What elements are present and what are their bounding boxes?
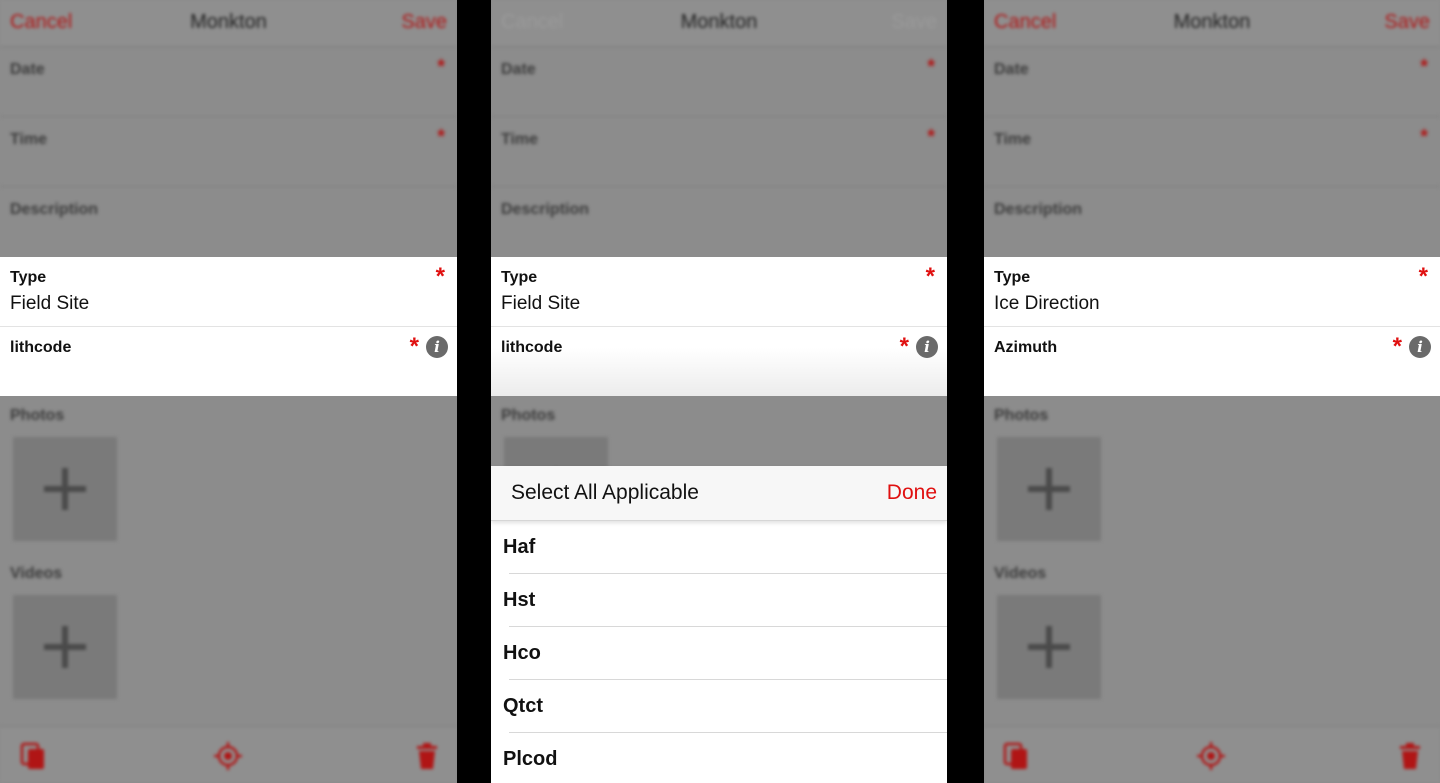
option-label: Plcod xyxy=(503,748,558,770)
azimuth-cell[interactable]: Azimuth * i xyxy=(984,327,1440,396)
trash-icon[interactable] xyxy=(1395,741,1425,771)
save-button[interactable]: Save xyxy=(401,11,447,34)
lithcode-label: lithcode xyxy=(501,339,563,356)
picker-option[interactable]: Qtct xyxy=(491,680,947,733)
add-photo-button[interactable] xyxy=(997,437,1101,541)
required-star: * xyxy=(437,56,445,78)
type-label: Type xyxy=(994,269,1031,286)
videos-label: Videos xyxy=(994,565,1047,582)
required-star: * xyxy=(899,333,909,360)
description-field[interactable]: Description xyxy=(491,187,947,256)
type-value: Ice Direction xyxy=(994,293,1100,314)
required-star: * xyxy=(1420,56,1428,78)
date-field[interactable]: Date * xyxy=(984,47,1440,117)
type-cell[interactable]: Type Field Site * xyxy=(0,257,457,327)
type-value: Field Site xyxy=(501,293,581,314)
type-cell[interactable]: Type Ice Direction * xyxy=(984,257,1440,327)
lithcode-label: lithcode xyxy=(10,339,72,356)
type-label: Type xyxy=(10,269,47,286)
description-field[interactable]: Description xyxy=(984,187,1440,256)
add-photo-button[interactable] xyxy=(13,437,117,541)
save-button[interactable]: Save xyxy=(891,11,937,34)
photos-label: Photos xyxy=(10,407,65,424)
time-label: Time xyxy=(10,131,48,148)
photos-label: Photos xyxy=(994,407,1049,424)
required-star: * xyxy=(409,333,419,360)
required-star: * xyxy=(927,126,935,148)
date-field[interactable]: Date * xyxy=(491,47,947,117)
description-label: Description xyxy=(501,201,590,218)
nav-bar: Cancel Monkton Save xyxy=(984,0,1440,47)
photos-label: Photos xyxy=(501,407,556,424)
option-label: Hst xyxy=(503,589,536,611)
time-field[interactable]: Time * xyxy=(984,117,1440,187)
nav-title: Monkton xyxy=(1173,11,1251,33)
required-star: * xyxy=(925,263,935,290)
copy-icon[interactable] xyxy=(18,741,48,771)
picker-option[interactable]: Hco xyxy=(491,627,947,680)
option-label: Hco xyxy=(503,642,541,664)
required-star: * xyxy=(1420,126,1428,148)
picker-option[interactable]: Haf xyxy=(491,521,947,574)
nav-title: Monkton xyxy=(680,11,758,33)
save-button[interactable]: Save xyxy=(1384,11,1430,34)
date-label: Date xyxy=(10,61,45,78)
bottom-toolbar xyxy=(984,726,1440,783)
multi-select-picker: Select All Applicable Done Haf Hst Hco Q… xyxy=(491,466,947,783)
required-star: * xyxy=(927,56,935,78)
option-label: Haf xyxy=(503,536,536,558)
locate-icon[interactable] xyxy=(1196,741,1226,771)
screen-1: Cancel Monkton Save Date * Time * Descri… xyxy=(0,0,457,783)
time-label: Time xyxy=(994,131,1032,148)
info-icon[interactable]: i xyxy=(426,336,448,358)
time-field[interactable]: Time * xyxy=(491,117,947,187)
nav-title: Monkton xyxy=(190,11,267,33)
date-field[interactable]: Date * xyxy=(0,47,457,117)
done-button[interactable]: Done xyxy=(887,481,937,505)
type-label: Type xyxy=(501,269,538,286)
time-field[interactable]: Time * xyxy=(0,117,457,187)
required-star: * xyxy=(435,263,445,290)
copy-icon[interactable] xyxy=(1001,741,1031,771)
date-label: Date xyxy=(994,61,1029,78)
screen-2: Cancel Monkton Save Date * Time * Descri… xyxy=(491,0,947,783)
picker-header: Select All Applicable Done xyxy=(491,466,947,521)
azimuth-label: Azimuth xyxy=(994,339,1058,356)
videos-label: Videos xyxy=(10,565,63,582)
required-star: * xyxy=(1392,333,1402,360)
description-label: Description xyxy=(994,201,1083,218)
option-label: Qtct xyxy=(503,695,543,717)
add-video-button[interactable] xyxy=(997,595,1101,699)
nav-bar: Cancel Monkton Save xyxy=(0,0,457,47)
date-label: Date xyxy=(501,61,536,78)
type-cell[interactable]: Type Field Site * xyxy=(491,257,947,327)
description-field[interactable]: Description xyxy=(0,187,457,256)
nav-bar: Cancel Monkton Save xyxy=(491,0,947,47)
locate-icon[interactable] xyxy=(213,741,243,771)
info-icon[interactable]: i xyxy=(1409,336,1431,358)
required-star: * xyxy=(437,126,445,148)
picker-title: Select All Applicable xyxy=(511,481,699,504)
required-star: * xyxy=(1418,263,1428,290)
bottom-toolbar xyxy=(0,726,457,783)
lithcode-cell[interactable]: lithcode * i xyxy=(491,327,947,396)
time-label: Time xyxy=(501,131,539,148)
screen-3: Cancel Monkton Save Date * Time * Descri… xyxy=(984,0,1440,783)
add-video-button[interactable] xyxy=(13,595,117,699)
picker-option[interactable]: Hst xyxy=(491,574,947,627)
picker-option[interactable]: Plcod xyxy=(491,733,947,783)
trash-icon[interactable] xyxy=(412,741,442,771)
type-value: Field Site xyxy=(10,293,90,314)
description-label: Description xyxy=(10,201,99,218)
lithcode-cell[interactable]: lithcode * i xyxy=(0,327,457,396)
info-icon[interactable]: i xyxy=(916,336,938,358)
